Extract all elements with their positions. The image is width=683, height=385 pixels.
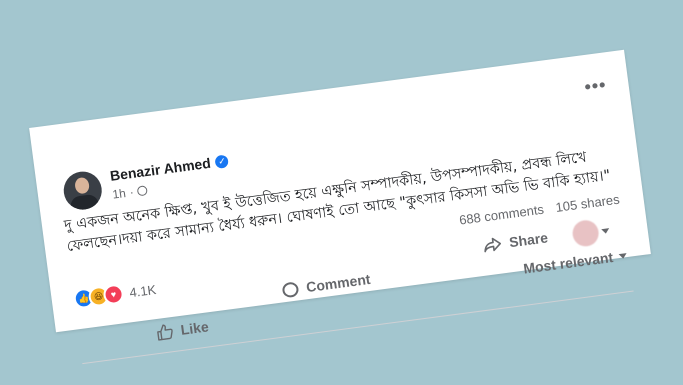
share-label: Share xyxy=(508,229,549,251)
reactions-count: 4.1K xyxy=(128,281,157,300)
share-icon xyxy=(484,237,502,253)
like-button[interactable]: Like xyxy=(156,318,210,341)
sort-label: Most relevant xyxy=(522,249,614,277)
avatar[interactable] xyxy=(61,169,105,212)
sort-comments-dropdown[interactable]: Most relevant xyxy=(522,247,628,277)
post-meta: 1h · xyxy=(112,183,149,202)
viewer-avatar-selector[interactable] xyxy=(571,217,611,248)
author-row: Benazir Ahmed ✓ xyxy=(109,152,230,184)
comment-icon xyxy=(281,280,300,298)
thumbs-up-icon xyxy=(157,324,173,341)
share-button[interactable]: Share xyxy=(482,229,549,253)
author-name[interactable]: Benazir Ahmed xyxy=(109,155,212,184)
viewer-avatar xyxy=(571,218,601,248)
chevron-down-icon xyxy=(601,227,610,234)
verified-badge-icon: ✓ xyxy=(214,153,230,169)
globe-icon xyxy=(137,185,149,197)
comment-label: Comment xyxy=(305,270,372,296)
comments-count[interactable]: 688 comments xyxy=(458,202,544,228)
shares-count[interactable]: 105 shares xyxy=(555,192,621,215)
more-options-icon[interactable]: ••• xyxy=(583,74,607,98)
post-time[interactable]: 1h xyxy=(112,186,127,202)
post-card: ••• Benazir Ahmed ✓ 1h · দু একজন অনেক ক্… xyxy=(29,49,651,365)
like-label: Like xyxy=(179,318,210,338)
reactions-summary[interactable]: 👍 😆 ♥ 4.1K xyxy=(72,279,158,310)
chevron-down-icon xyxy=(618,252,628,259)
comment-button[interactable]: Comment xyxy=(281,271,371,298)
